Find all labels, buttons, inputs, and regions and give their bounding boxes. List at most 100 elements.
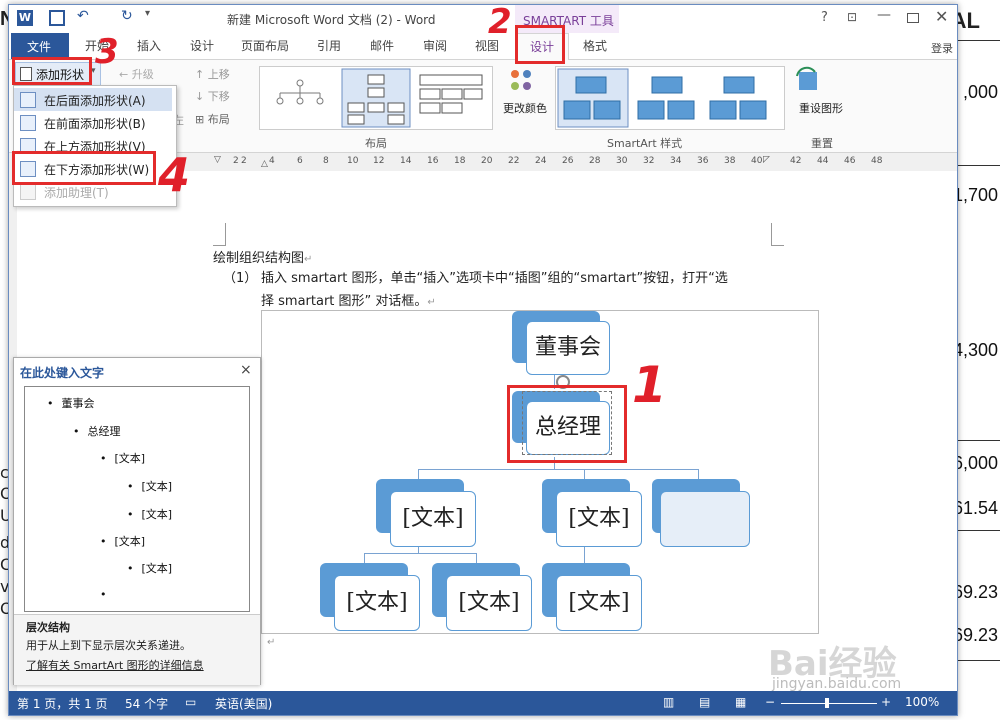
node-level4-3[interactable]: [文本] bbox=[542, 563, 642, 633]
ruler-tick: 10 bbox=[347, 156, 359, 166]
zoom-level[interactable]: 100% bbox=[905, 695, 939, 709]
promote-button[interactable]: ← 升级 bbox=[119, 66, 154, 82]
text-pane-item[interactable]: [文本] bbox=[127, 560, 173, 576]
doc-paragraph[interactable]: 插入 smartart 图形，单击“插入”选项卡中“插图”组的“smartart… bbox=[261, 267, 781, 309]
promote-label: 升级 bbox=[131, 68, 154, 81]
add-assistant-icon bbox=[20, 184, 36, 200]
bg-number: 4,300 bbox=[952, 340, 998, 360]
zoom-out-icon[interactable]: − bbox=[765, 695, 775, 709]
text-pane-item[interactable]: 董事会 bbox=[47, 395, 95, 411]
node-board[interactable]: 董事会 bbox=[512, 311, 612, 377]
text-pane-list[interactable]: 董事会 总经理 [文本] [文本] [文本] [文本] [文本] bbox=[24, 386, 250, 612]
node-level4-1[interactable]: [文本] bbox=[320, 563, 420, 633]
print-layout-icon[interactable]: ▤ bbox=[699, 695, 710, 709]
bg-number: 1,700 bbox=[952, 185, 998, 205]
tab-design[interactable]: 设计 bbox=[190, 37, 214, 54]
undo-icon[interactable]: ↶ bbox=[77, 8, 89, 24]
close-icon[interactable]: ✕ bbox=[935, 7, 948, 26]
status-bar: 第 1 页，共 1 页 54 个字 ▭ 英语(美国) ▥ ▤ ▦ − + 100… bbox=[9, 691, 957, 715]
desc-title: 层次结构 bbox=[26, 621, 70, 634]
left-indent-marker-icon[interactable]: △ bbox=[261, 159, 268, 169]
node-text: [文本] bbox=[334, 575, 420, 631]
node-level3-3[interactable] bbox=[652, 479, 752, 549]
ruler-tick: 44 bbox=[817, 156, 829, 166]
text-pane-item[interactable]: [文本] bbox=[100, 533, 146, 549]
ruler-tick: 12 bbox=[373, 156, 385, 166]
move-down-button[interactable]: ↓ 下移 bbox=[195, 88, 230, 104]
annotation-number: 3 bbox=[95, 32, 119, 72]
word-app-icon[interactable]: W bbox=[17, 10, 33, 26]
watermark-url: jingyan.baidu.com bbox=[772, 676, 902, 692]
color-palette-icon bbox=[511, 70, 531, 90]
ruler-tick: 28 bbox=[589, 156, 601, 166]
signin-link[interactable]: 登录 bbox=[931, 40, 953, 56]
ruler-tick: 2 bbox=[233, 156, 239, 166]
text-pane-item[interactable]: 总经理 bbox=[73, 423, 121, 439]
annotation-number: 2 bbox=[488, 2, 512, 42]
smartart-text-pane: 在此处键入文字 × 董事会 总经理 [文本] [文本] [文本] [文本] [文… bbox=[13, 357, 261, 685]
web-layout-icon[interactable]: ▦ bbox=[735, 695, 746, 709]
zoom-in-icon[interactable]: + bbox=[881, 695, 891, 709]
move-up-button[interactable]: ↑ 上移 bbox=[195, 66, 230, 82]
change-colors-button[interactable]: 更改颜色 bbox=[503, 66, 549, 132]
reset-label: 重设图形 bbox=[799, 102, 843, 115]
redo-icon[interactable]: ↻ bbox=[121, 8, 133, 24]
quick-access-dropdown-icon[interactable]: ▾ bbox=[145, 8, 150, 19]
minimize-icon[interactable]: — bbox=[877, 7, 891, 23]
reset-graphic-button[interactable]: 重设图形 bbox=[793, 66, 853, 132]
ruler-tick: 4 bbox=[269, 156, 275, 166]
ribbon-display-icon[interactable]: ⊡ bbox=[847, 10, 857, 24]
window-title: 新建 Microsoft Word 文档 (2) - Word bbox=[227, 13, 436, 27]
margin-mark-left bbox=[213, 223, 226, 246]
zoom-slider-thumb[interactable] bbox=[825, 698, 829, 708]
word-window: W ↶ ↻ ▾ 新建 Microsoft Word 文档 (2) - Word … bbox=[8, 4, 958, 716]
ruler-tick: 42 bbox=[790, 156, 802, 166]
status-language[interactable]: 英语(美国) bbox=[215, 695, 272, 712]
tab-insert[interactable]: 插入 bbox=[137, 37, 161, 54]
smartart-frame[interactable]: 董事会 总经理 [文本] [文本] [文本] [文本] [文本] bbox=[261, 310, 819, 634]
node-level3-2[interactable]: [文本] bbox=[542, 479, 642, 549]
ruler-tick: 40 bbox=[751, 156, 763, 166]
indent-marker-icon[interactable]: ▽ bbox=[214, 155, 221, 165]
text-pane-item[interactable] bbox=[100, 588, 115, 601]
doc-paragraph-line1: 插入 smartart 图形，单击“插入”选项卡中“插图”组的“smartart… bbox=[261, 271, 728, 286]
tab-file[interactable]: 文件 bbox=[11, 33, 69, 59]
read-mode-icon[interactable]: ▥ bbox=[663, 695, 674, 709]
menu-add-after[interactable]: 在后面添加形状(A) bbox=[14, 88, 172, 111]
status-words[interactable]: 54 个字 bbox=[125, 695, 168, 712]
annotation-box-add-shape bbox=[12, 57, 92, 85]
text-pane-item[interactable]: [文本] bbox=[127, 478, 173, 494]
annotation-box-gm-node bbox=[507, 385, 627, 463]
annotation-number: 1 bbox=[632, 356, 667, 414]
node-level3-1[interactable]: [文本] bbox=[376, 479, 476, 549]
proofing-icon[interactable]: ▭ bbox=[185, 695, 196, 709]
text-pane-close-icon[interactable]: × bbox=[240, 362, 252, 378]
text-pane-item[interactable]: [文本] bbox=[100, 450, 146, 466]
ruler-tick: 2 bbox=[241, 156, 247, 166]
maximize-icon[interactable] bbox=[907, 13, 919, 23]
node-level4-2[interactable]: [文本] bbox=[432, 563, 532, 633]
text-pane-item[interactable]: [文本] bbox=[127, 506, 173, 522]
save-icon[interactable] bbox=[49, 10, 65, 26]
help-icon[interactable]: ? bbox=[821, 10, 828, 25]
status-page[interactable]: 第 1 页，共 1 页 bbox=[17, 695, 108, 712]
tab-mailings[interactable]: 邮件 bbox=[370, 37, 394, 54]
tab-page-layout[interactable]: 页面布局 bbox=[241, 37, 289, 54]
learn-more-link[interactable]: 了解有关 SmartArt 图形的详细信息 bbox=[26, 657, 204, 673]
right-indent-marker-icon[interactable]: ◸ bbox=[763, 155, 770, 165]
tab-references[interactable]: 引用 bbox=[317, 37, 341, 54]
ruler-tick: 8 bbox=[323, 156, 329, 166]
connector-line bbox=[364, 553, 476, 554]
node-text: [文本] bbox=[556, 575, 642, 631]
tab-review[interactable]: 审阅 bbox=[423, 37, 447, 54]
ruler-tick: 20 bbox=[481, 156, 493, 166]
ruler-tick: 16 bbox=[427, 156, 439, 166]
tab-format[interactable]: 格式 bbox=[583, 37, 607, 54]
ruler-tick: 34 bbox=[670, 156, 682, 166]
doc-heading[interactable]: 绘制组织结构图↵ bbox=[213, 247, 312, 266]
title-bar: W ↶ ↻ ▾ 新建 Microsoft Word 文档 (2) - Word … bbox=[9, 5, 957, 33]
layout-button[interactable]: ⊞ 布局 bbox=[195, 111, 230, 127]
zoom-slider[interactable] bbox=[781, 703, 877, 704]
menu-add-before[interactable]: 在前面添加形状(B) bbox=[14, 111, 172, 134]
bg-number: 6,000 bbox=[952, 453, 998, 473]
